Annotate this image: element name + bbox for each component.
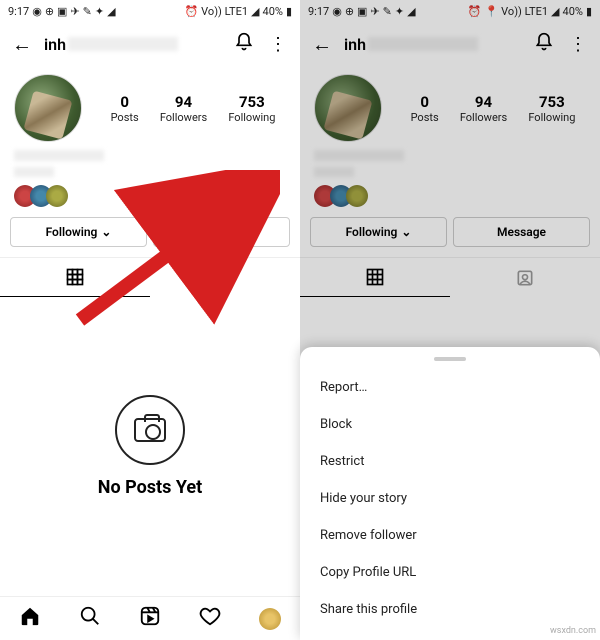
empty-title: No Posts Yet [98, 477, 202, 498]
blurred-text [14, 167, 54, 177]
sheet-handle[interactable] [434, 357, 466, 361]
options-sheet: Report… Block Restrict Hide your story R… [300, 347, 600, 640]
posts-stat[interactable]: 0 Posts [411, 93, 439, 124]
volte-label: Vo)) LTE1 [201, 6, 248, 17]
watermark: wsxdn.com [550, 626, 596, 636]
mutual-followers-row[interactable] [300, 183, 600, 217]
blurred-text [368, 37, 478, 51]
profile-header: ← inh ⋮ [300, 22, 600, 66]
empty-state: No Posts Yet [0, 297, 300, 596]
blurred-text [14, 150, 104, 161]
username-title: inh [344, 35, 522, 54]
profile-avatar[interactable] [14, 74, 82, 142]
profile-actions: Following ⌄ Message [0, 217, 300, 257]
followers-stat[interactable]: 94 Followers [160, 93, 207, 124]
camera-icon [115, 395, 185, 465]
signal-icon: ◢ [251, 6, 259, 17]
profile-stats-row: 0 Posts 94 Followers 753 Following [0, 66, 300, 150]
location-icon: 📍 [484, 6, 498, 17]
time-label: 9:17 [308, 6, 329, 17]
app-icon: ◢ [107, 6, 115, 17]
grid-tab[interactable] [300, 258, 450, 297]
signal-icon: ◢ [551, 6, 559, 17]
app-icon: ✎ [383, 6, 392, 17]
whatsapp-icon: ◉ [332, 6, 342, 17]
profile-stats-row: 0 Posts 94 Followers 753 Following [300, 66, 600, 150]
profile-actions: Following ⌄ Message [300, 217, 600, 257]
app-icon: ✦ [95, 6, 104, 17]
back-button[interactable]: ← [10, 32, 34, 57]
message-button[interactable]: Message [453, 217, 590, 247]
battery-label: 40% [563, 6, 583, 17]
mutual-followers-row[interactable] [0, 183, 300, 217]
whatsapp-icon: ◉ [32, 6, 42, 17]
following-stat[interactable]: 753 Following [228, 93, 275, 124]
more-options-button[interactable]: ⋮ [266, 34, 290, 55]
battery-icon: ▮ [586, 6, 592, 17]
profile-bio [0, 150, 300, 183]
more-options-button[interactable]: ⋮ [566, 34, 590, 55]
alarm-icon: ⏰ [468, 6, 482, 17]
search-icon[interactable] [79, 605, 101, 632]
profile-tabs [0, 257, 300, 297]
app-icon: ◢ [407, 6, 415, 17]
bottom-nav [0, 596, 300, 640]
remove-follower-option[interactable]: Remove follower [300, 517, 600, 554]
follower-avatar [46, 185, 68, 207]
copy-url-option[interactable]: Copy Profile URL [300, 554, 600, 591]
notif-icon: ⊕ [45, 6, 54, 17]
blurred-text [314, 167, 354, 177]
posts-stat[interactable]: 0 Posts [111, 93, 139, 124]
profile-bio [300, 150, 600, 183]
volte-label: Vo)) LTE1 [501, 6, 548, 17]
status-bar: 9:17 ◉ ⊕ ▣ ✈ ✎ ✦ ◢ ⏰ 📍 Vo)) LTE1 ◢ 40% ▮ [300, 0, 600, 22]
alarm-icon: ⏰ [184, 6, 198, 17]
app-icon: ▣ [57, 6, 67, 17]
reels-icon[interactable] [139, 605, 161, 632]
following-button[interactable]: Following ⌄ [10, 217, 147, 247]
tagged-tab[interactable] [150, 258, 300, 297]
app-icon: ✈ [70, 6, 79, 17]
profile-avatar[interactable] [314, 74, 382, 142]
hide-story-option[interactable]: Hide your story [300, 480, 600, 517]
app-icon: ✎ [83, 6, 92, 17]
status-bar: 9:17 ◉ ⊕ ▣ ✈ ✎ ✦ ◢ ⏰ Vo)) LTE1 ◢ 40% ▮ [0, 0, 300, 22]
profile-tabs [300, 257, 600, 297]
username-title: inh [44, 35, 222, 54]
grid-tab[interactable] [0, 258, 150, 297]
battery-icon: ▮ [286, 6, 292, 17]
followers-stat[interactable]: 94 Followers [460, 93, 507, 124]
home-icon[interactable] [19, 605, 41, 632]
following-button[interactable]: Following ⌄ [310, 217, 447, 247]
notifications-icon[interactable] [232, 32, 256, 57]
notif-icon: ⊕ [345, 6, 354, 17]
tagged-tab[interactable] [450, 258, 600, 297]
report-option[interactable]: Report… [300, 369, 600, 406]
restrict-option[interactable]: Restrict [300, 443, 600, 480]
app-icon: ▣ [357, 6, 367, 17]
blurred-text [314, 150, 404, 161]
following-stat[interactable]: 753 Following [528, 93, 575, 124]
block-option[interactable]: Block [300, 406, 600, 443]
chevron-down-icon: ⌄ [101, 225, 111, 239]
activity-icon[interactable] [199, 605, 221, 632]
app-icon: ✈ [370, 6, 379, 17]
back-button[interactable]: ← [310, 32, 334, 57]
app-icon: ✦ [395, 6, 404, 17]
follower-avatar [346, 185, 368, 207]
blurred-text [68, 37, 178, 51]
share-profile-option[interactable]: Share this profile [300, 591, 600, 628]
profile-header: ← inh ⋮ [0, 22, 300, 66]
time-label: 9:17 [8, 6, 29, 17]
chevron-down-icon: ⌄ [401, 225, 411, 239]
profile-nav-icon[interactable] [259, 608, 281, 630]
notifications-icon[interactable] [532, 32, 556, 57]
message-button[interactable]: Message [153, 217, 290, 247]
battery-label: 40% [263, 6, 283, 17]
